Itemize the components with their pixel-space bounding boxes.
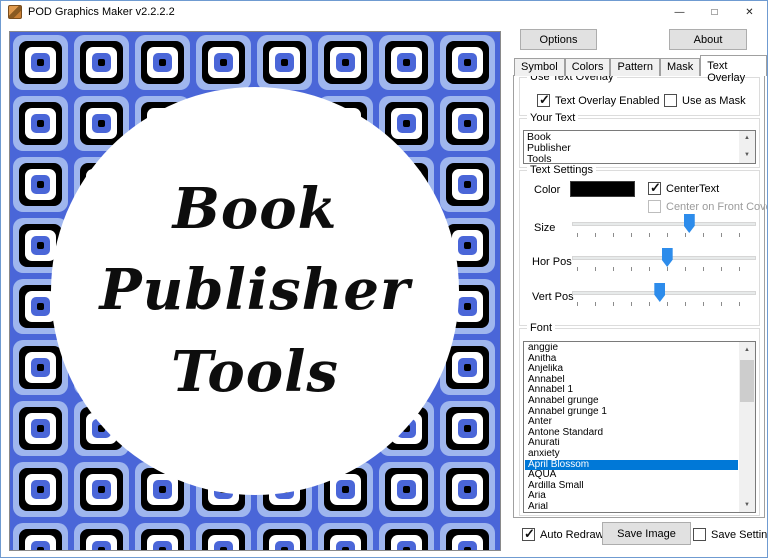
save-image-button[interactable]: Save Image [602,522,691,545]
font-list-scrollbar[interactable]: ▲ ▼ [739,342,755,512]
window-controls: — □ ✕ [662,1,767,23]
your-text-scrollbar[interactable]: ▲ ▼ [739,131,755,163]
tab-strip: Symbol Colors Pattern Mask Text Overlay [514,55,767,84]
preview-text-line: Tools [171,338,339,405]
font-list-item[interactable]: Anurati [525,438,738,449]
checkbox-label: Save Settings [711,528,768,541]
preview-text-line: Publisher [99,257,411,324]
group-title: Text Settings [527,164,596,176]
checkbox-label: Auto Redraw [540,528,604,541]
scroll-down-icon[interactable]: ▼ [739,497,755,512]
size-label: Size [534,222,556,234]
font-list-item[interactable]: anxiety [525,449,738,460]
tab-symbol[interactable]: Symbol [514,58,565,76]
size-slider-thumb[interactable] [683,214,695,233]
group-title: Font [527,322,556,334]
center-text-checkbox-row[interactable]: CenterText [648,180,720,196]
slider-ticks [577,233,751,237]
save-settings-checkbox-row[interactable]: Save Settings [693,528,768,541]
window-title: POD Graphics Maker v2.2.2.2 [28,6,175,18]
text-color-swatch[interactable] [570,181,635,197]
preview-text-line: Book [172,175,338,242]
font-listbox[interactable]: anggie Anitha Anjelika Annabel Annabel 1 Anna… [523,341,756,513]
slider-ticks [577,267,751,271]
your-text-group: Your Text Book Publisher Tools ▲ ▼ [519,112,760,168]
tab-colors[interactable]: Colors [564,58,611,76]
your-text-line: Publisher [527,142,571,154]
font-group: Font anggie Anitha Anjelika Annabel Annabel … [519,322,760,516]
size-slider[interactable] [572,213,756,241]
font-list-item[interactable]: Anjelika [525,364,738,375]
font-list-item[interactable]: Ardilla Small [525,481,738,492]
group-title: Your Text [527,112,579,124]
use-as-mask-checkbox[interactable] [664,94,677,107]
auto-redraw-checkbox-row[interactable]: Auto Redraw [522,526,604,542]
checkbox-label: Use as Mask [682,94,746,107]
font-list-items: anggie Anitha Anjelika Annabel Annabel 1 Anna… [525,343,738,512]
checkbox-label: Center on Front Cover [666,200,768,213]
text-settings-group: Text Settings Color CenterText Center on… [519,164,767,326]
preview-text-circle: Book Publisher Tools [51,87,459,495]
preview-canvas: Book Publisher Tools [9,31,501,551]
font-list-item[interactable]: Annabel grunge 1 [525,407,738,418]
hor-pos-slider[interactable] [572,247,756,275]
use-as-mask-checkbox-row[interactable]: Use as Mask [664,94,746,107]
font-list-item[interactable]: April Blossom [525,459,738,471]
center-front-cover-checkbox-row: Center on Front Cover [648,200,768,213]
center-front-cover-checkbox [648,200,661,213]
scroll-down-icon[interactable]: ▼ [739,148,755,163]
font-list-item[interactable]: anggie [525,343,738,354]
your-text-line: Tools [527,153,552,164]
auto-redraw-checkbox[interactable] [522,526,535,542]
vert-pos-label: Vert Pos [532,291,574,303]
minimize-button[interactable]: — [662,1,697,23]
hor-pos-slider-thumb[interactable] [661,248,673,267]
text-overlay-panel: Use Text Overlay Text Overlay Enabled Us… [513,71,767,518]
scrollbar-thumb[interactable] [740,360,754,402]
close-button[interactable]: ✕ [732,1,767,23]
slider-track[interactable] [572,222,756,226]
font-list-item[interactable]: Anitha [525,354,738,365]
font-list-item[interactable]: Anter [525,417,738,428]
hor-pos-label: Hor Pos [532,256,572,268]
options-button[interactable]: Options [520,29,597,50]
save-settings-checkbox[interactable] [693,528,706,541]
font-list-item[interactable]: AQUA [525,470,738,481]
slider-ticks [577,302,751,306]
text-overlay-enabled-checkbox-row[interactable]: Text Overlay Enabled [537,92,660,108]
checkbox-label: CenterText [666,182,720,195]
font-list-item[interactable]: Aria [525,491,738,502]
font-list-item[interactable]: Arial [525,502,738,512]
maximize-button[interactable]: □ [697,1,732,23]
checkbox-label: Text Overlay Enabled [555,94,660,107]
scroll-up-icon[interactable]: ▲ [739,342,755,357]
font-list-item[interactable]: Annabel 1 [525,385,738,396]
tab-pattern[interactable]: Pattern [610,58,660,76]
scroll-up-icon[interactable]: ▲ [739,131,755,146]
vert-pos-slider[interactable] [572,282,756,310]
your-text-input[interactable]: Book Publisher Tools ▲ ▼ [523,130,756,164]
color-label: Color [534,184,561,196]
font-list-item[interactable]: Annabel [525,375,738,386]
text-overlay-enabled-checkbox[interactable] [537,92,550,108]
app-icon [8,5,22,19]
font-list-item[interactable]: Annabel grunge [525,396,738,407]
font-list-item[interactable]: Antone Standard [525,428,738,439]
app-window: POD Graphics Maker v2.2.2.2 — □ ✕ Book P… [0,0,768,558]
tab-text-overlay[interactable]: Text Overlay [700,55,767,84]
your-text-content: Book Publisher Tools [527,132,738,164]
vert-pos-slider-thumb[interactable] [654,283,666,302]
title-bar: POD Graphics Maker v2.2.2.2 — □ ✕ [1,1,767,23]
center-text-checkbox[interactable] [648,180,661,196]
tab-mask[interactable]: Mask [659,58,701,76]
about-button[interactable]: About [669,29,747,50]
